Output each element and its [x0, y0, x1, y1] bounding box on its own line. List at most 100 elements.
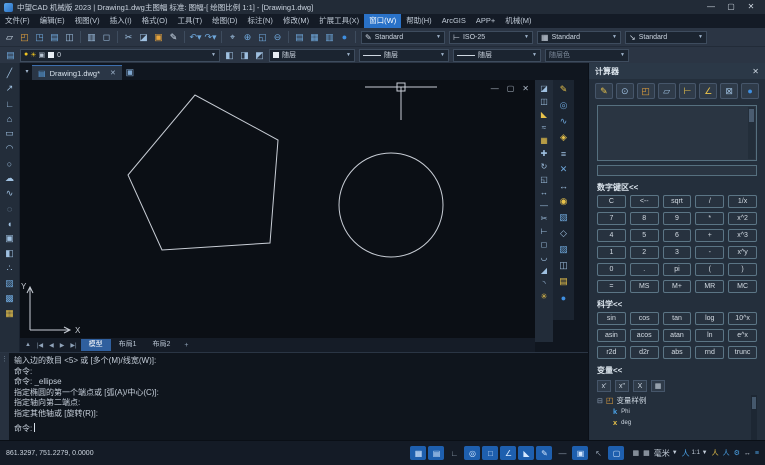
tree-scrollbar[interactable] [751, 395, 757, 440]
sci-key[interactable]: atan [663, 329, 692, 342]
calc-key[interactable]: x^3 [728, 229, 757, 242]
tree-expander-icon[interactable]: ⊟ [597, 397, 603, 405]
layout-menu-icon[interactable]: ▲ [22, 342, 34, 349]
dyn-ucs-toggle[interactable]: ◣ [518, 446, 534, 460]
calc-clear-icon[interactable]: ⊠ [720, 83, 738, 99]
window-close-button[interactable]: ✕ [741, 0, 761, 14]
calc-key[interactable]: 3 [663, 246, 692, 259]
insert-block-icon[interactable]: ▣ [2, 232, 17, 245]
calc-key[interactable]: 9 [663, 212, 692, 225]
add-layout-button[interactable]: + [179, 342, 193, 349]
sci-key[interactable]: abs [663, 346, 692, 359]
grid-toggle[interactable]: ▦ [410, 446, 426, 460]
menu-item[interactable]: 窗口(W) [364, 14, 401, 28]
menu-item[interactable]: 绘图(D) [207, 14, 242, 28]
tool-palettes-icon[interactable]: ▥ [322, 30, 337, 44]
join-icon[interactable]: ◡ [537, 251, 551, 264]
undo-icon[interactable]: ↶▾ [188, 30, 203, 44]
layer-thaw-icon[interactable]: ☀ [30, 51, 36, 59]
lengthen-icon[interactable]: — [537, 199, 551, 212]
tree-root-row[interactable]: ⊟ ◰ 变量样例 [597, 395, 757, 406]
mech-table-icon[interactable]: ◫ [556, 258, 572, 273]
calc-history-icon[interactable]: ⊙ [616, 83, 634, 99]
window-maximize-button[interactable]: ▢ [721, 0, 741, 14]
menu-item[interactable]: 帮助(H) [401, 14, 436, 28]
pentagon-shape[interactable] [128, 95, 278, 250]
osnap-toggle[interactable]: □ [482, 446, 498, 460]
calc-key[interactable]: 8 [630, 212, 659, 225]
snap-toggle[interactable]: ▤ [428, 446, 444, 460]
mech-hatch-icon[interactable]: ▧ [556, 210, 572, 225]
calc-get-point-icon[interactable]: ◰ [637, 83, 655, 99]
calc-key[interactable]: MS [630, 280, 659, 293]
polygon-icon[interactable]: ⌂ [2, 112, 17, 125]
sci-key[interactable]: trunc [728, 346, 757, 359]
sci-key[interactable]: cos [630, 312, 659, 325]
break-icon[interactable]: ◻ [537, 238, 551, 251]
layer-states-icon[interactable]: ◩ [252, 48, 267, 62]
panel-close-icon[interactable]: ✕ [752, 67, 765, 76]
stretch-icon[interactable]: ↔ [537, 186, 551, 199]
dim-style-combo[interactable]: ⊢ ISO-25 ▼ [449, 31, 533, 44]
copy-icon[interactable]: ◪ [136, 30, 151, 44]
table-icon[interactable]: ▦ [2, 307, 17, 320]
polar-toggle[interactable]: ◎ [464, 446, 480, 460]
save-as-icon[interactable]: ▤ [47, 30, 62, 44]
trim-icon[interactable]: ✂ [537, 212, 551, 225]
variable-calculator-icon[interactable]: ▦ [651, 380, 665, 392]
calc-key[interactable]: + [695, 229, 724, 242]
offset-icon[interactable]: ≈ [537, 121, 551, 134]
arc-icon[interactable]: ◠ [2, 142, 17, 155]
color-combo[interactable]: 随层 ▼ [269, 49, 355, 62]
erase-icon[interactable]: ◪ [537, 82, 551, 95]
plotstyle-combo[interactable]: 随层色 ▼ [545, 49, 629, 62]
drawing-viewport[interactable]: YX [20, 80, 535, 338]
selection-cycling-toggle[interactable]: ↖ [590, 446, 606, 460]
sci-key[interactable]: 10^x [728, 312, 757, 325]
calc-key[interactable]: 7 [597, 212, 626, 225]
transparency-toggle[interactable]: ▣ [572, 446, 588, 460]
calc-key[interactable]: = [597, 280, 626, 293]
calc-measure-distance-icon[interactable]: ▱ [658, 83, 676, 99]
match-properties-icon[interactable]: ✎ [166, 30, 181, 44]
mech-list-icon[interactable]: ≡ [556, 146, 572, 161]
sci-key[interactable]: ln [695, 329, 724, 342]
annotation-visibility-icon[interactable]: 人 [712, 448, 719, 458]
preview-icon[interactable]: ◻ [99, 30, 114, 44]
export-icon[interactable]: ◫ [62, 30, 77, 44]
mdi-minimize-icon[interactable]: — [491, 84, 499, 93]
pan-icon[interactable]: ⌖ [225, 30, 240, 44]
menu-item[interactable]: ArcGIS [437, 14, 471, 28]
tab-close-icon[interactable]: ✕ [110, 69, 116, 77]
calc-key[interactable]: sqrt [663, 195, 692, 208]
explode-icon[interactable]: ✳ [537, 290, 551, 303]
fillet-icon[interactable]: ◝ [537, 277, 551, 290]
calc-key[interactable]: ) [728, 263, 757, 276]
calc-key[interactable]: 6 [663, 229, 692, 242]
scale-icon[interactable]: ◱ [537, 173, 551, 186]
designcenter-icon[interactable]: ▦ [307, 30, 322, 44]
calc-key[interactable]: 5 [630, 229, 659, 242]
calc-key[interactable]: 2 [630, 246, 659, 259]
menu-item[interactable]: 插入(I) [105, 14, 137, 28]
calc-help-icon[interactable]: ● [741, 83, 759, 99]
open-icon[interactable]: ◰ [17, 30, 32, 44]
gradient-icon[interactable]: ▩ [2, 292, 17, 305]
menu-item[interactable]: 标注(N) [243, 14, 278, 28]
table-style-combo[interactable]: ▦ Standard ▼ [537, 31, 621, 44]
tab-overflow-icon[interactable]: ▾ [22, 65, 32, 80]
mech-symbol-icon[interactable]: ◈ [556, 130, 572, 145]
layer-unlock-icon[interactable]: ▣ [39, 51, 46, 59]
mdi-restore-icon[interactable]: ▢ [507, 84, 515, 93]
calc-key[interactable]: * [695, 212, 724, 225]
calc-key[interactable]: pi [663, 263, 692, 276]
next-tab-icon[interactable]: ▶ [57, 342, 68, 349]
scientific-section-label[interactable]: 科学<< [597, 299, 757, 310]
menu-item[interactable]: 文件(F) [0, 14, 35, 28]
circle-icon[interactable]: ○ [2, 157, 17, 170]
menu-item[interactable]: 工具(T) [173, 14, 208, 28]
zoom-previous-icon[interactable]: ⊖ [270, 30, 285, 44]
menu-item[interactable]: 扩展工具(X) [314, 14, 364, 28]
spline-icon[interactable]: ∿ [2, 187, 17, 200]
sci-key[interactable]: asin [597, 329, 626, 342]
